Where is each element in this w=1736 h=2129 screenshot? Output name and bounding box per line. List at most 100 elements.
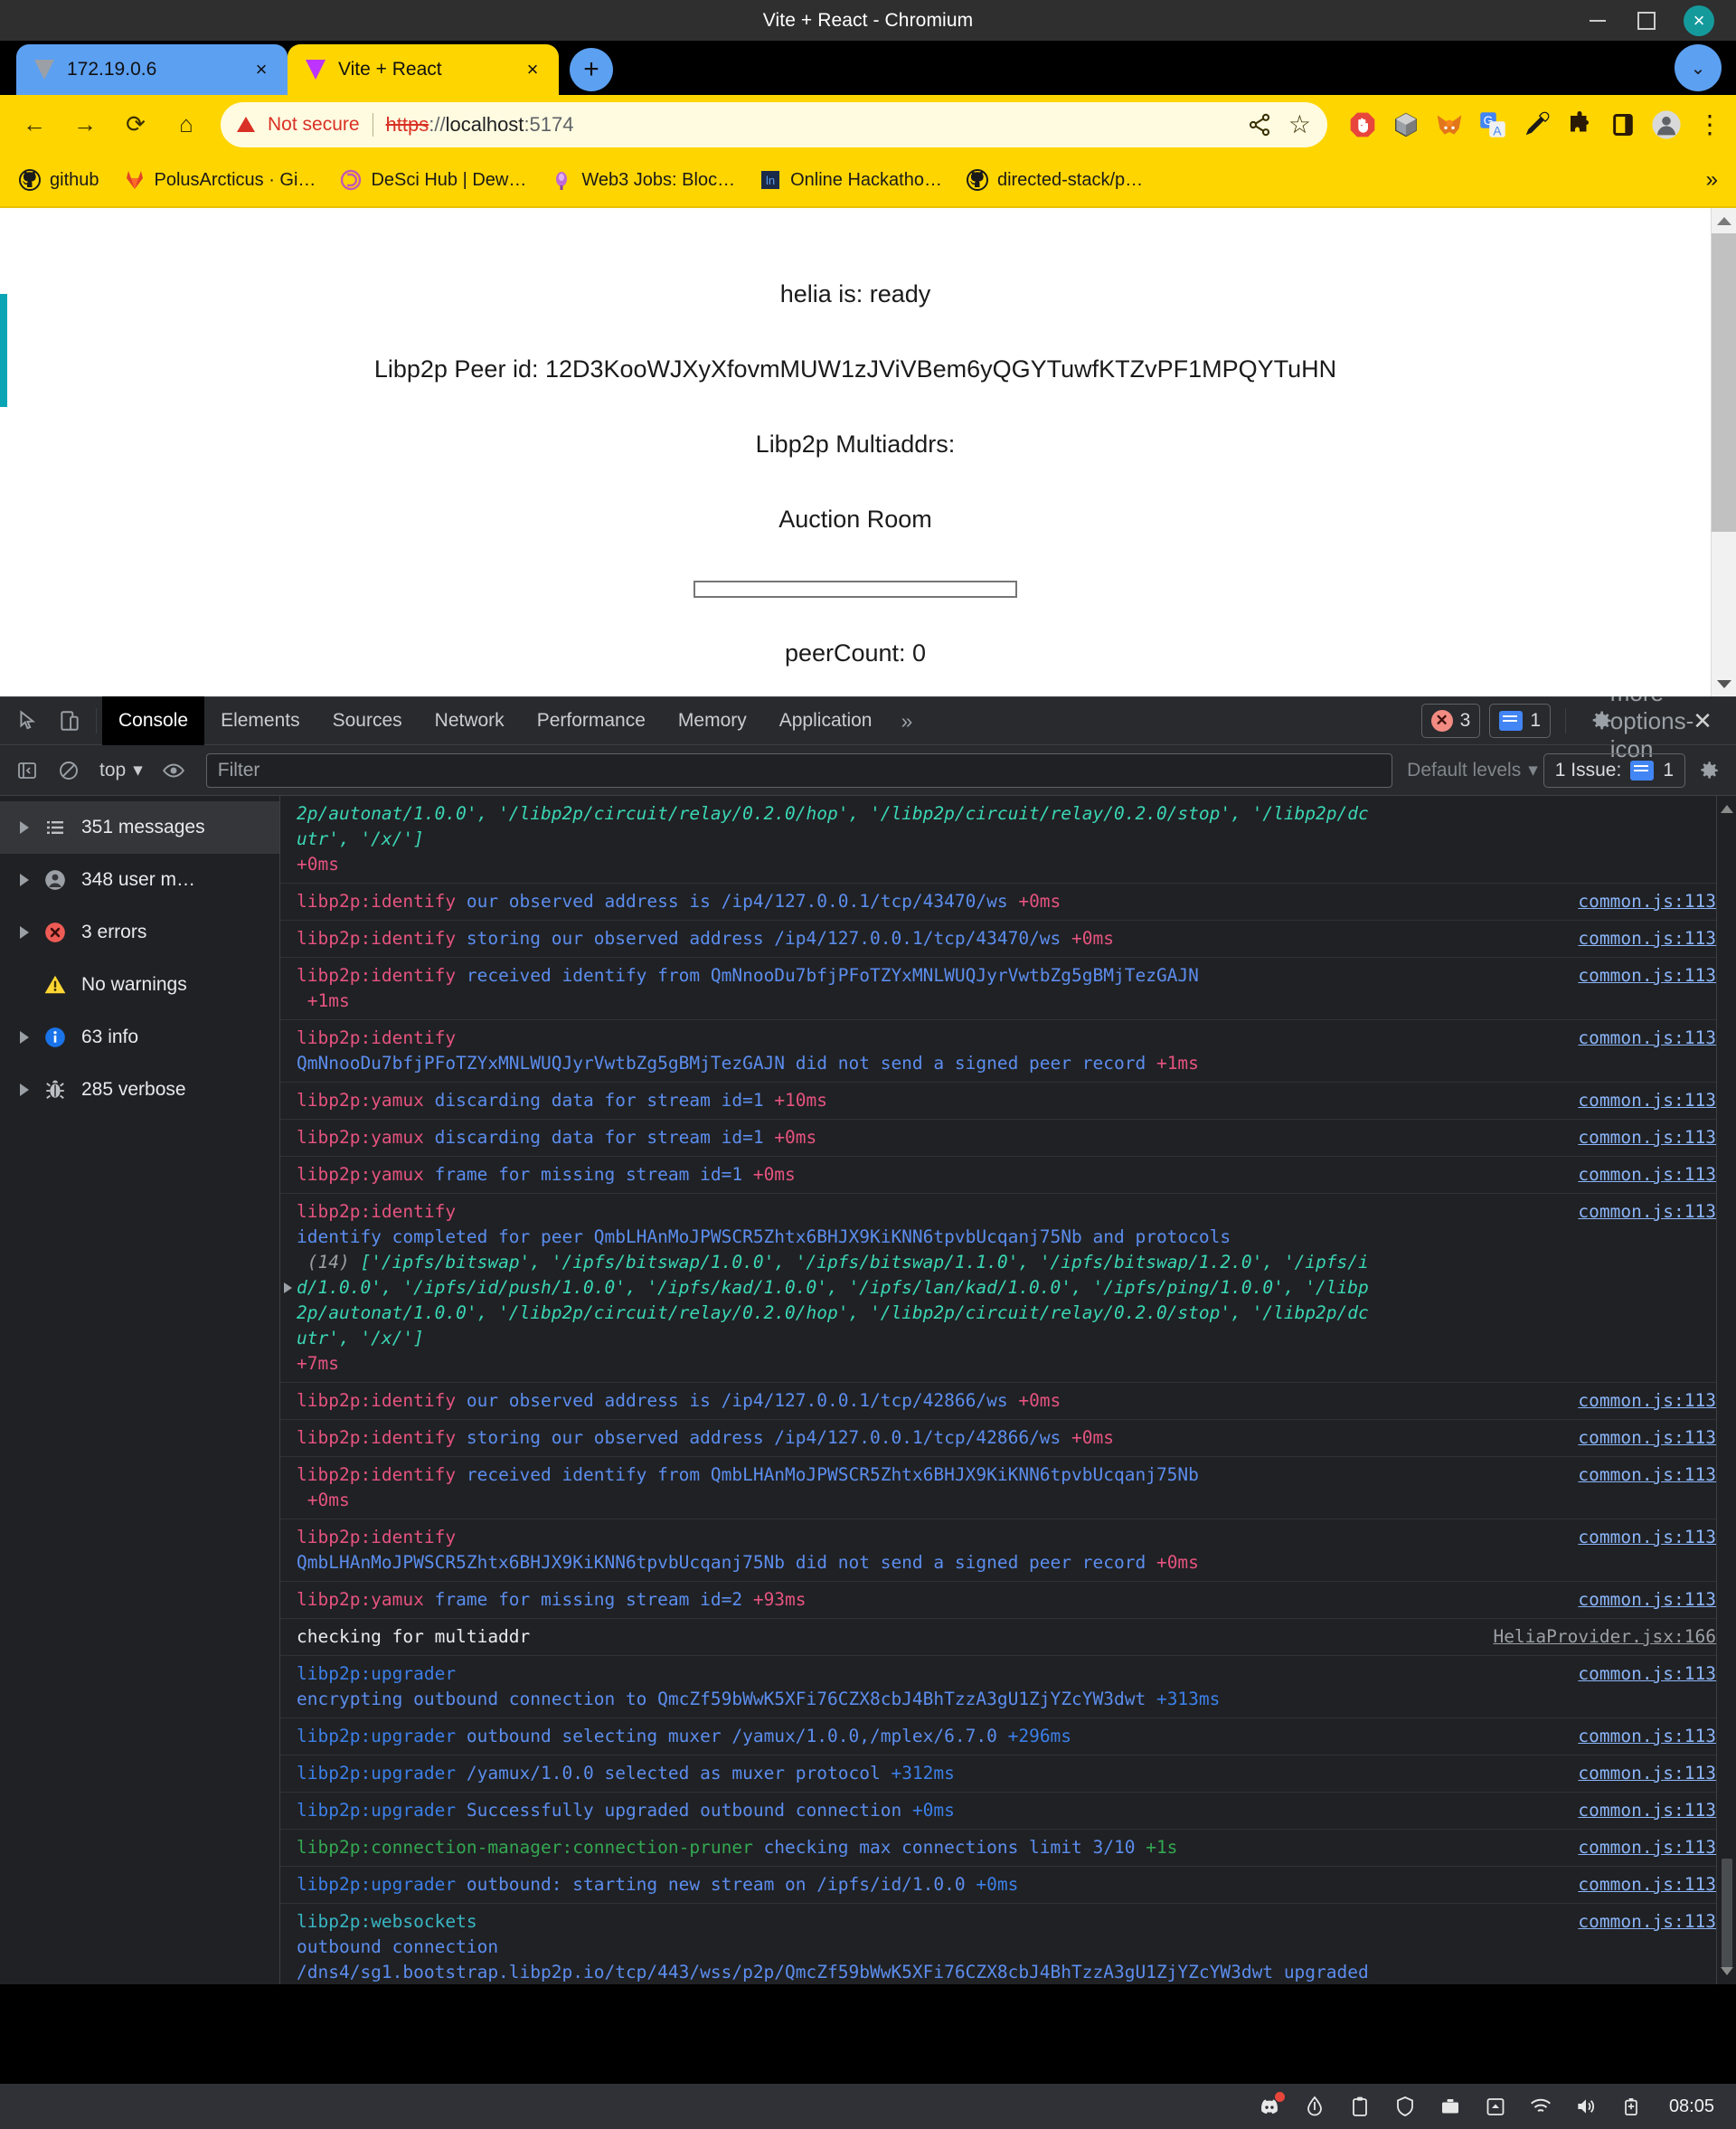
shield-icon[interactable]: [1392, 2094, 1418, 2119]
console-log-list[interactable]: 2p/autonat/1.0.0', '/libp2p/circuit/rela…: [280, 796, 1736, 1984]
bookmark-online-hackathons[interactable]: ln Online Hackatho…: [759, 168, 942, 192]
console-log-row[interactable]: libp2p:yamux frame for missing stream id…: [280, 1582, 1736, 1619]
battery-icon[interactable]: [1618, 2094, 1644, 2119]
console-log-row[interactable]: libp2p:identify received identify from Q…: [280, 1457, 1736, 1519]
close-devtools-icon[interactable]: ✕: [1682, 700, 1723, 742]
discord-icon[interactable]: [1257, 2092, 1285, 2119]
expand-triangle-icon[interactable]: [20, 874, 29, 886]
console-log-source-link[interactable]: common.js:113: [1578, 1425, 1736, 1451]
console-log-source-link[interactable]: common.js:113: [1578, 1462, 1736, 1488]
reload-icon[interactable]: ⟳: [112, 101, 159, 148]
console-log-row[interactable]: libp2p:upgrader outbound selecting muxer…: [280, 1718, 1736, 1755]
live-expression-eye-icon[interactable]: [156, 752, 192, 789]
console-log-row[interactable]: libp2p:identify our observed address is …: [280, 1383, 1736, 1420]
tab-memory[interactable]: Memory: [662, 696, 763, 745]
tab-sources[interactable]: Sources: [316, 696, 419, 745]
adblock-extension-icon[interactable]: [1347, 109, 1378, 140]
console-log-source-link[interactable]: common.js:113: [1578, 1835, 1736, 1860]
bookmark-star-icon[interactable]: ☆: [1288, 109, 1311, 139]
share-icon[interactable]: [1247, 112, 1272, 137]
console-log-source-link[interactable]: common.js:113: [1578, 1162, 1736, 1188]
close-window-button[interactable]: ×: [1684, 5, 1714, 36]
page-scroll-track[interactable]: [1712, 532, 1736, 671]
volume-icon[interactable]: [1573, 2094, 1599, 2119]
metamask-extension-icon[interactable]: [1434, 109, 1465, 140]
forward-arrow-icon[interactable]: →: [61, 101, 108, 148]
drop-icon[interactable]: [1302, 2094, 1327, 2119]
issues-button[interactable]: 1 Issue: 1: [1543, 752, 1685, 788]
console-log-source-link[interactable]: common.js:113: [1578, 1724, 1736, 1749]
sidebar-item-errors[interactable]: 3 errors: [0, 906, 279, 959]
side-panel-icon[interactable]: [1608, 109, 1638, 140]
bookmark-polusarcticus[interactable]: PolusArcticus · Gi…: [123, 168, 316, 192]
sidebar-item-info[interactable]: 63 info: [0, 1011, 279, 1064]
more-tabs-icon[interactable]: »: [888, 696, 925, 745]
console-log-source-link[interactable]: common.js:113: [1578, 1587, 1736, 1613]
error-count-badge[interactable]: ✕ 3: [1420, 704, 1481, 738]
back-arrow-icon[interactable]: ←: [11, 101, 58, 148]
google-translate-extension-icon[interactable]: G A: [1477, 109, 1508, 140]
bookmark-github[interactable]: github: [18, 168, 99, 192]
bookmark-directed-stack[interactable]: directed-stack/p…: [966, 168, 1143, 192]
console-log-row[interactable]: libp2p:upgrader outbound: starting new s…: [280, 1867, 1736, 1904]
message-count-badge[interactable]: 1: [1489, 704, 1551, 738]
bookmarks-overflow-icon[interactable]: »: [1706, 167, 1718, 193]
browser-tab-2-close-icon[interactable]: ×: [521, 58, 544, 81]
expand-triangle-icon[interactable]: [284, 1282, 292, 1293]
console-log-source-link[interactable]: common.js:113: [1578, 1661, 1736, 1687]
tab-console[interactable]: Console: [102, 696, 205, 745]
console-log-row[interactable]: libp2p:yamux discarding data for stream …: [280, 1120, 1736, 1157]
home-icon[interactable]: ⌂: [163, 101, 210, 148]
tab-performance[interactable]: Performance: [521, 696, 662, 745]
page-scrollbar[interactable]: [1711, 208, 1736, 696]
console-settings-gear-icon[interactable]: [1691, 752, 1727, 789]
console-log-row[interactable]: libp2p:websockets outbound connection /d…: [280, 1904, 1736, 1984]
console-log-row[interactable]: libp2p:identify storing our observed add…: [280, 921, 1736, 958]
address-bar[interactable]: Not secure https://localhost:5174 ☆: [221, 101, 1327, 147]
auction-room-input[interactable]: [693, 581, 1017, 598]
page-scroll-thumb[interactable]: [1712, 233, 1736, 532]
sidebar-item-verbose[interactable]: 285 verbose: [0, 1064, 279, 1116]
minimize-button[interactable]: [1586, 9, 1609, 33]
console-log-source-link[interactable]: common.js:113: [1578, 926, 1736, 951]
console-scrollbar[interactable]: [1716, 796, 1736, 1984]
expand-triangle-icon[interactable]: [20, 1031, 29, 1044]
console-log-row[interactable]: libp2p:yamux frame for missing stream id…: [280, 1157, 1736, 1194]
inspect-element-icon[interactable]: [7, 700, 49, 742]
tab-network[interactable]: Network: [419, 696, 521, 745]
extensions-puzzle-icon[interactable]: [1564, 109, 1595, 140]
browser-tab-1[interactable]: 172.19.0.6 ×: [16, 44, 288, 95]
sidebar-item-user-messages[interactable]: 348 user m…: [0, 854, 279, 906]
console-log-source-link[interactable]: common.js:113: [1578, 1761, 1736, 1786]
console-log-source-link[interactable]: common.js:113: [1578, 1388, 1736, 1414]
sidebar-item-messages[interactable]: 351 messages: [0, 801, 279, 854]
console-log-source-link[interactable]: common.js:113: [1578, 963, 1736, 989]
console-log-source-link[interactable]: common.js:113: [1578, 889, 1736, 914]
console-log-row[interactable]: 2p/autonat/1.0.0', '/libp2p/circuit/rela…: [280, 796, 1736, 884]
console-log-row[interactable]: libp2p:yamux discarding data for stream …: [280, 1083, 1736, 1120]
page-scroll-up-icon[interactable]: [1712, 208, 1736, 233]
browser-tab-1-close-icon[interactable]: ×: [250, 58, 273, 81]
console-log-row[interactable]: libp2p:identify QmbLHAnMoJPWSCR5Zhtx6BHJ…: [280, 1519, 1736, 1582]
console-log-row[interactable]: libp2p:identify received identify from Q…: [280, 958, 1736, 1020]
console-log-row[interactable]: libp2p:identify identify completed for p…: [280, 1194, 1736, 1383]
security-status-label[interactable]: Not secure: [268, 114, 360, 136]
browser-tab-2[interactable]: Vite + React ×: [288, 44, 559, 95]
toggle-console-sidebar-icon[interactable]: [9, 752, 45, 789]
console-log-row[interactable]: libp2p:identify QmNnooDu7bfjPFoTZYxMNLWU…: [280, 1020, 1736, 1083]
tab-elements[interactable]: Elements: [204, 696, 316, 745]
expand-triangle-icon[interactable]: [20, 926, 29, 939]
console-log-source-link[interactable]: common.js:113: [1578, 1199, 1736, 1225]
sidebar-item-warnings[interactable]: No warnings: [0, 959, 279, 1011]
console-log-row[interactable]: libp2p:identify storing our observed add…: [280, 1420, 1736, 1457]
eyedropper-extension-icon[interactable]: [1521, 109, 1552, 140]
console-scroll-up-icon[interactable]: [1720, 805, 1733, 813]
console-log-row[interactable]: checking for multiaddr HeliaProvider.jsx:…: [280, 1619, 1736, 1656]
console-scroll-down-icon[interactable]: [1720, 1967, 1733, 1975]
package-extension-icon[interactable]: [1391, 109, 1421, 140]
briefcase-icon[interactable]: [1438, 2094, 1463, 2119]
clipboard-icon[interactable]: [1347, 2094, 1373, 2119]
console-log-source-link[interactable]: HeliaProvider.jsx:166: [1493, 1624, 1736, 1650]
browser-menu-icon[interactable]: ⋮: [1694, 109, 1725, 140]
archive-icon[interactable]: [1483, 2094, 1508, 2119]
